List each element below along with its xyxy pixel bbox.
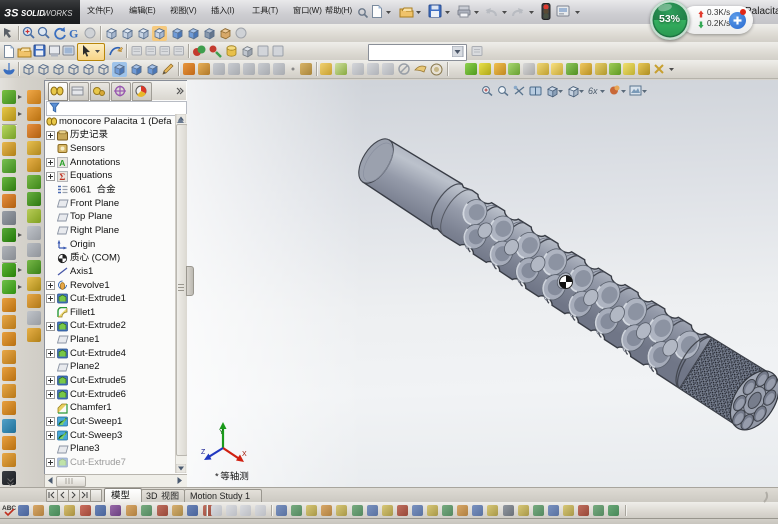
svg-text:G: G bbox=[69, 27, 78, 41]
svg-text:WORKS: WORKS bbox=[43, 9, 73, 18]
svg-text:ЗS: ЗS bbox=[4, 8, 19, 20]
svg-text:X: X bbox=[242, 451, 247, 458]
svg-text:6061: 6061 bbox=[70, 184, 94, 195]
svg-text:*: * bbox=[215, 471, 219, 482]
svg-text:Z: Z bbox=[201, 449, 206, 456]
svg-text:ABC: ABC bbox=[2, 505, 16, 512]
svg-text:Σ: Σ bbox=[59, 171, 65, 181]
svg-text:(COM): (COM) bbox=[89, 252, 120, 263]
svg-text:Y: Y bbox=[219, 429, 224, 436]
svg-text:SOLID: SOLID bbox=[21, 9, 45, 18]
svg-text:A: A bbox=[59, 158, 65, 168]
svg-text:3D: 3D bbox=[146, 491, 160, 501]
